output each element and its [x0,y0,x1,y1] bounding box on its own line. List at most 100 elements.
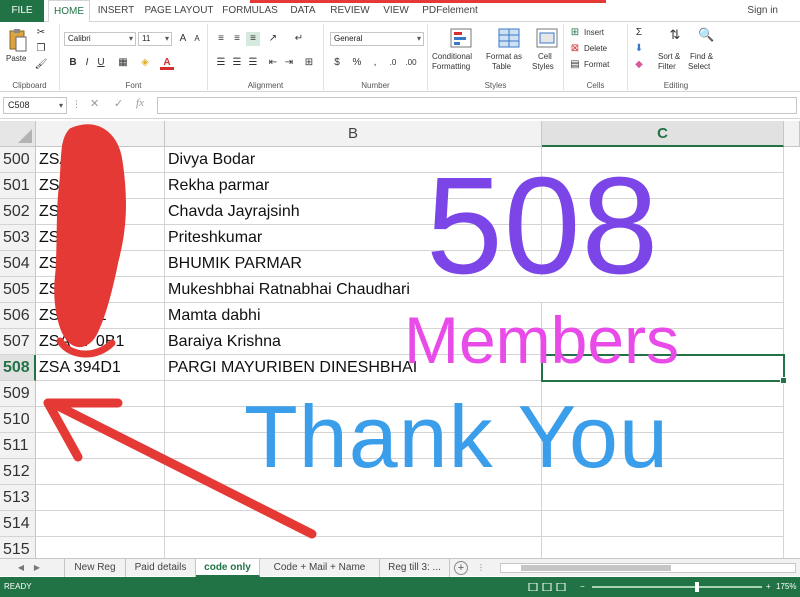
sheet-tab-reg-till[interactable]: Reg till 3: ... [380,559,450,577]
cell-code[interactable]: ZSA5 51 [36,251,165,277]
sign-in-link[interactable]: Sign in [747,0,778,22]
zoom-out-icon[interactable]: − [580,577,585,597]
view-mode-icons[interactable] [528,583,568,591]
column-header-d[interactable] [784,121,800,147]
row-header[interactable]: 505 [0,277,36,303]
delete-cells-icon[interactable]: ⊠ [568,42,582,56]
tab-split-handle[interactable]: ⋮ [474,559,488,577]
column-header-a[interactable] [36,121,165,147]
format-as-table-icon[interactable] [498,28,520,48]
font-color-icon[interactable]: A [160,56,174,70]
format-as-table-label-2[interactable]: Table [492,62,511,71]
cell-c[interactable] [542,485,784,511]
cell-code[interactable]: ZSA P1 [36,277,165,303]
cell-code[interactable]: ZSA5 B 1 [36,147,165,173]
tab-file[interactable]: FILE [0,0,44,22]
tab-insert[interactable]: INSERT [94,0,138,22]
cell-name[interactable] [165,485,542,511]
cell-styles-label-2[interactable]: Styles [532,62,554,71]
insert-function-icon[interactable]: fx [136,97,144,109]
formula-bar-splitter[interactable]: ⋮ [72,99,81,110]
wrap-text-icon[interactable]: ↵ [292,32,306,46]
number-format-select[interactable]: General [330,32,424,46]
cut-icon[interactable]: ✂ [34,26,48,40]
row-header[interactable]: 506 [0,303,36,329]
cell-code[interactable] [36,407,165,433]
name-box[interactable]: C508 [3,97,67,114]
find-select-label[interactable]: Find & [690,52,713,61]
tab-pdfelement[interactable]: PDFelement [418,0,482,22]
insert-cells-label[interactable]: Insert [584,28,604,37]
cell-code[interactable] [36,381,165,407]
cell-code[interactable]: ZSA A1 [36,225,165,251]
format-cells-label[interactable]: Format [584,60,609,69]
cell-code[interactable]: ZSA 394D1 [36,355,165,381]
find-select-label-2[interactable]: Select [688,62,710,71]
add-sheet-icon[interactable]: + [454,561,468,575]
column-header-c[interactable]: C [542,121,784,147]
cell-c[interactable] [542,511,784,537]
conditional-formatting-label-2[interactable]: Formatting [432,62,470,71]
tab-formulas[interactable]: FORMULAS [220,0,280,22]
column-header-b[interactable]: B [165,121,542,147]
bold-button[interactable]: B [66,56,80,70]
row-header[interactable]: 507 [0,329,36,355]
merge-center-icon[interactable]: ⊞ [302,56,316,70]
paste-icon[interactable] [8,28,28,54]
shrink-font-icon[interactable]: A [190,32,204,46]
conditional-formatting-icon[interactable] [450,28,472,48]
scrollbar-thumb[interactable] [521,565,671,571]
align-bottom-icon[interactable]: ≡ [246,32,260,46]
row-header[interactable]: 515 [0,537,36,558]
comma-button[interactable]: , [368,56,382,70]
align-center-icon[interactable]: ☰ [230,56,244,70]
zoom-level[interactable]: 175% [776,577,796,597]
cell-code[interactable]: ZSA 1 [36,199,165,225]
font-family-select[interactable]: Calibri [64,32,136,46]
row-header[interactable]: 503 [0,225,36,251]
cell-styles-icon[interactable] [536,28,558,48]
currency-button[interactable]: $ [330,56,344,70]
row-header[interactable]: 502 [0,199,36,225]
row-header[interactable]: 509 [0,381,36,407]
autosum-icon[interactable]: Σ [632,26,646,40]
row-header[interactable]: 514 [0,511,36,537]
cell-code[interactable] [36,459,165,485]
enter-icon[interactable]: ✓ [114,97,123,110]
cell-code[interactable] [36,537,165,558]
cell-styles-label[interactable]: Cell [538,52,552,61]
formula-input[interactable] [157,97,797,114]
align-right-icon[interactable]: ☰ [246,56,260,70]
cell-code[interactable]: ZSA 87 0B1 [36,329,165,355]
copy-icon[interactable]: ❐ [34,42,48,56]
tab-review[interactable]: REVIEW [326,0,374,22]
format-as-table-label[interactable]: Format as [486,52,522,61]
tab-data[interactable]: DATA [284,0,322,22]
insert-cells-icon[interactable]: ⊞ [568,26,582,40]
format-cells-icon[interactable]: ▤ [568,58,582,72]
cell-c[interactable] [542,537,784,558]
prev-sheet-icon[interactable]: ◀ [14,559,28,577]
delete-cells-label[interactable]: Delete [584,44,607,53]
fill-icon[interactable]: ⬇ [632,42,646,56]
row-header[interactable]: 508 [0,355,36,381]
align-left-icon[interactable]: ☰ [214,56,228,70]
italic-button[interactable]: I [80,56,94,70]
row-header[interactable]: 500 [0,147,36,173]
conditional-formatting-label[interactable]: Conditional [432,52,472,61]
format-painter-icon[interactable]: 🖌 [34,58,48,72]
decrease-indent-icon[interactable]: ⇤ [266,56,280,70]
cell-name[interactable] [165,537,542,558]
borders-icon[interactable]: ▦ [116,56,130,70]
cell-name[interactable] [165,511,542,537]
sort-filter-label-2[interactable]: Filter [658,62,676,71]
horizontal-scrollbar[interactable] [500,563,796,573]
next-sheet-icon[interactable]: ▶ [30,559,44,577]
row-header[interactable]: 511 [0,433,36,459]
cell-code[interactable] [36,433,165,459]
cell-code[interactable]: ZSA M1 [36,173,165,199]
sheet-tab-paid-details[interactable]: Paid details [126,559,196,577]
increase-decimal-icon[interactable]: .0 [386,56,400,70]
align-middle-icon[interactable]: ≡ [230,32,244,46]
cell-code[interactable]: ZSA 4 B1 [36,303,165,329]
